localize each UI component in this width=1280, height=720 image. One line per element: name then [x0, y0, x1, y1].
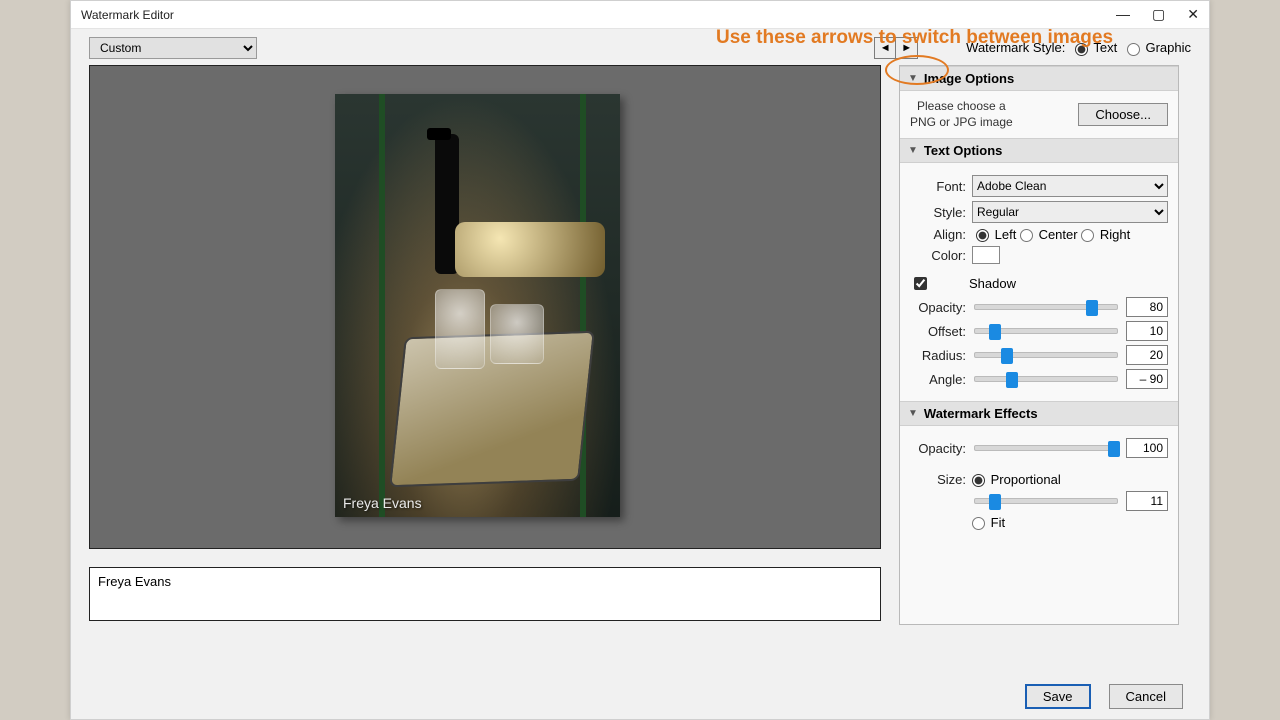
watermark-style-label: Watermark Style:	[966, 40, 1065, 55]
effect-opacity-value[interactable]	[1126, 438, 1168, 458]
watermark-style-text-radio[interactable]: Text	[1075, 40, 1117, 55]
font-style-select[interactable]: Regular	[972, 201, 1168, 223]
window-title: Watermark Editor	[81, 8, 174, 22]
disclosure-triangle-icon: ▼	[908, 408, 918, 419]
titlebar: Watermark Editor — ▢ ✕	[71, 1, 1209, 29]
choose-image-button[interactable]: Choose...	[1078, 103, 1168, 126]
watermark-editor-window: Watermark Editor — ▢ ✕ Use these arrows …	[70, 0, 1210, 720]
disclosure-triangle-icon: ▼	[908, 145, 918, 156]
shadow-angle-slider[interactable]	[974, 376, 1118, 382]
next-image-button[interactable]: ►	[896, 37, 918, 59]
size-fit-radio[interactable]: Fit	[972, 515, 1005, 530]
watermark-style-group: Watermark Style: Text Graphic	[966, 40, 1191, 55]
style-label: Style:	[910, 205, 966, 220]
color-swatch[interactable]	[972, 246, 1000, 264]
close-icon[interactable]: ✕	[1187, 6, 1199, 23]
shadow-label: Shadow	[969, 276, 1016, 291]
shadow-offset-label: Offset:	[910, 324, 966, 339]
shadow-radius-value[interactable]	[1126, 345, 1168, 365]
align-center-radio[interactable]: Center	[1020, 227, 1078, 242]
disclosure-triangle-icon: ▼	[908, 73, 918, 84]
watermark-style-graphic-radio[interactable]: Graphic	[1127, 40, 1191, 55]
shadow-opacity-slider[interactable]	[974, 304, 1118, 310]
maximize-icon[interactable]: ▢	[1152, 6, 1165, 23]
image-options-header[interactable]: ▼ Image Options	[900, 66, 1178, 91]
shadow-offset-value[interactable]	[1126, 321, 1168, 341]
watermark-text-input[interactable]	[89, 567, 881, 621]
color-label: Color:	[910, 248, 966, 263]
align-label: Align:	[910, 227, 966, 242]
cancel-button[interactable]: Cancel	[1109, 684, 1183, 709]
options-panel[interactable]: ▼ Image Options Please choose a PNG or J…	[899, 65, 1179, 625]
shadow-radius-label: Radius:	[910, 348, 966, 363]
save-button[interactable]: Save	[1025, 684, 1091, 709]
prev-image-button[interactable]: ◄	[874, 37, 896, 59]
effect-opacity-slider[interactable]	[974, 445, 1118, 451]
watermark-overlay: Freya Evans	[343, 495, 422, 511]
shadow-offset-slider[interactable]	[974, 328, 1118, 334]
image-options-hint: Please choose a PNG or JPG image	[910, 99, 1013, 130]
minimize-icon[interactable]: —	[1116, 6, 1130, 23]
image-preview: Freya Evans	[89, 65, 881, 549]
shadow-opacity-label: Opacity:	[910, 300, 966, 315]
align-right-radio[interactable]: Right	[1081, 227, 1130, 242]
size-proportional-value[interactable]	[1126, 491, 1168, 511]
align-left-radio[interactable]: Left	[976, 227, 1016, 242]
shadow-opacity-value[interactable]	[1126, 297, 1168, 317]
font-select[interactable]: Adobe Clean	[972, 175, 1168, 197]
effect-opacity-label: Opacity:	[910, 441, 966, 456]
size-proportional-radio[interactable]: Proportional	[972, 472, 1061, 487]
preview-photo: Freya Evans	[335, 94, 620, 517]
size-label: Size:	[910, 472, 966, 487]
shadow-angle-value[interactable]	[1126, 369, 1168, 389]
text-options-header[interactable]: ▼ Text Options	[900, 138, 1178, 163]
shadow-checkbox[interactable]	[914, 277, 927, 290]
size-proportional-slider[interactable]	[974, 498, 1118, 504]
shadow-angle-label: Angle:	[910, 372, 966, 387]
preset-select[interactable]: Custom	[89, 37, 257, 59]
font-label: Font:	[910, 179, 966, 194]
watermark-effects-header[interactable]: ▼ Watermark Effects	[900, 401, 1178, 426]
shadow-radius-slider[interactable]	[974, 352, 1118, 358]
